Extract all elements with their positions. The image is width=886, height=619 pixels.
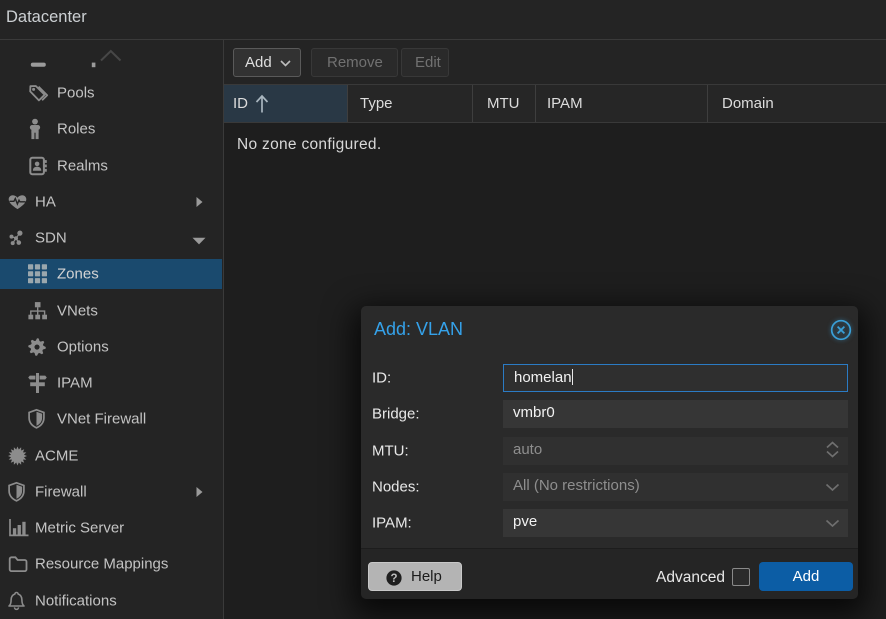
svg-text:?: ? bbox=[390, 573, 397, 585]
